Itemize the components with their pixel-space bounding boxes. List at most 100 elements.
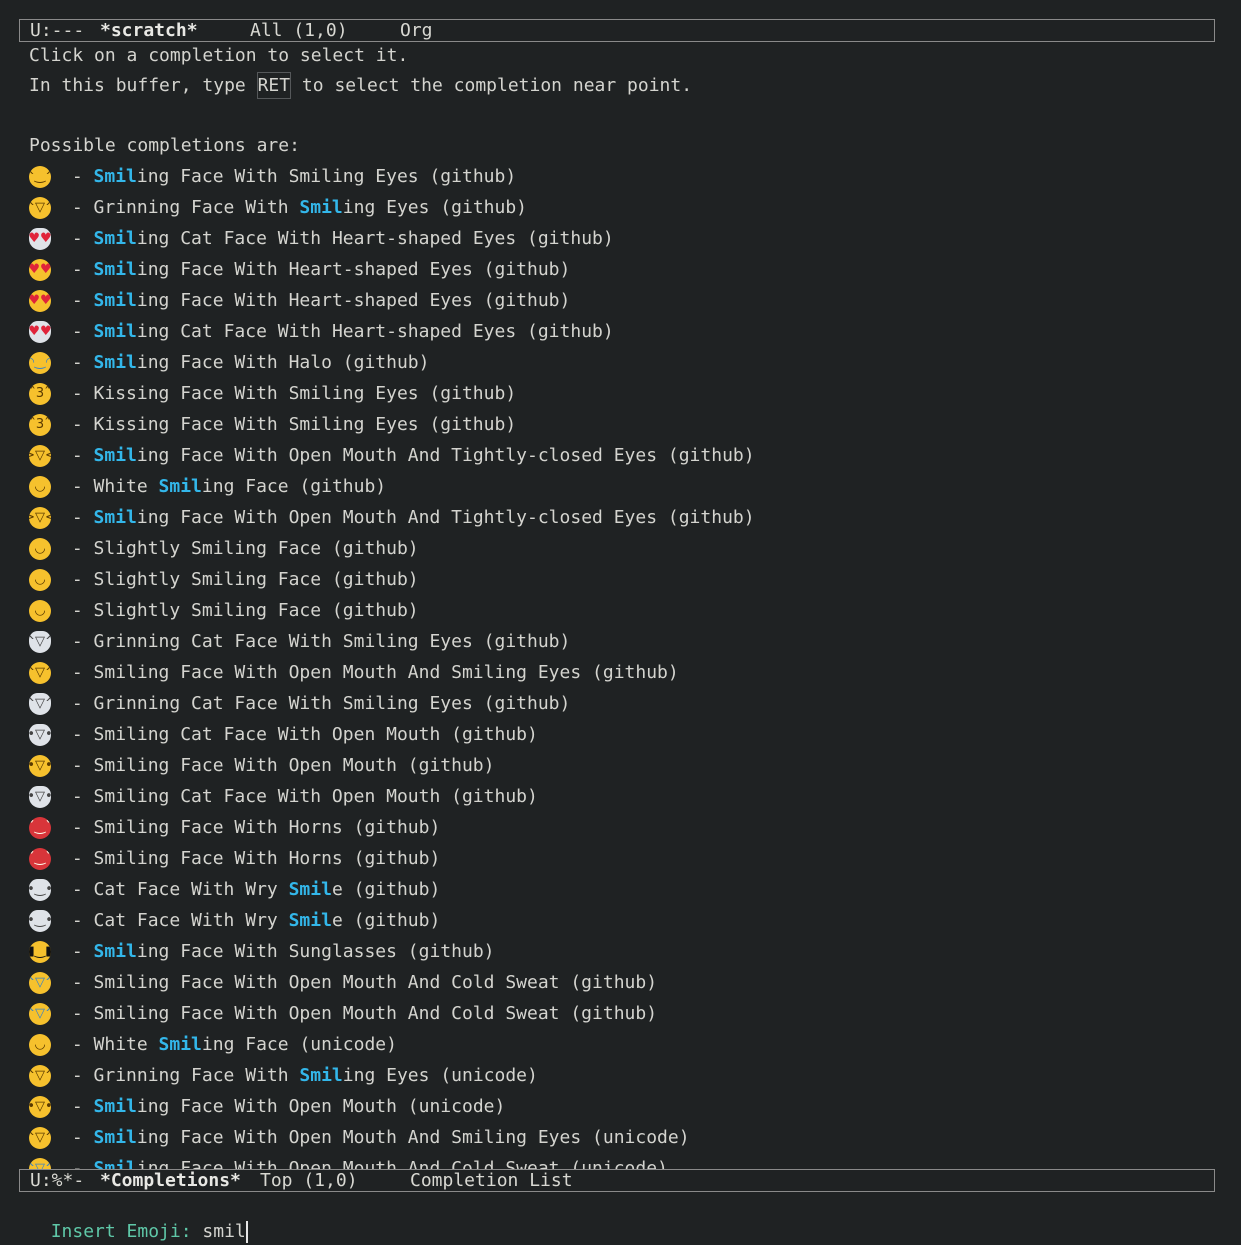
completion-separator: - xyxy=(61,724,94,745)
completion-item[interactable]: >▽< - Smil ing Face With Open Mouth And T… xyxy=(29,440,1221,471)
cursor-position: Top (1,0) xyxy=(260,1170,358,1191)
cat-face-wry-smile-icon: •‿• xyxy=(29,878,51,901)
completion-separator: - xyxy=(61,941,94,962)
completion-item[interactable]: ^▽^ - Grinning Face With Smil ing Eyes (u… xyxy=(29,1060,1221,1091)
completion-text-prefix: Grinning Cat Face With Smiling Eyes (git… xyxy=(93,693,571,714)
completion-item[interactable]: ♥♥ - Smil ing Face With Heart-shaped Eyes… xyxy=(29,254,1221,285)
grinning-cat-face-icon: ^▽^ xyxy=(29,630,51,653)
completion-item[interactable]: ◡ - Slightly Smiling Face (github) xyxy=(29,595,1221,626)
help-text: to select the completion near point. xyxy=(291,75,693,96)
completion-separator: - xyxy=(61,631,94,652)
cursor-position: All (1,0) xyxy=(250,20,348,41)
completion-item[interactable]: •▽• - Smiling Face With Open Mouth (gith… xyxy=(29,750,1221,781)
completion-separator: - xyxy=(61,1065,94,1086)
smiling-face-with-horns-icon: ˇ‿ˇ xyxy=(29,816,51,839)
completion-item[interactable]: >▽< - Smil ing Face With Open Mouth And T… xyxy=(29,502,1221,533)
completion-match-highlight: Smil xyxy=(93,445,137,466)
completion-item[interactable]: ◡ - White Smil ing Face (unicode) xyxy=(29,1029,1221,1060)
completion-item[interactable]: ^▽^ - Smiling Face With Open Mouth And C… xyxy=(29,998,1221,1029)
completion-item[interactable]: ^▽^ - Grinning Cat Face With Smiling Eye… xyxy=(29,688,1221,719)
completion-item[interactable]: ^▽^ - Smiling Face With Open Mouth And S… xyxy=(29,1122,1221,1153)
completion-text-prefix: Smiling Cat Face With Open Mouth (github… xyxy=(93,724,538,745)
completion-item[interactable]: ˇ‿ˇ - Smiling Face With Horns (github) xyxy=(29,812,1221,843)
completion-text-prefix: Smiling Face With Horns (github) xyxy=(93,817,441,838)
completion-item[interactable]: ^▽^ - Smiling Face With Open Mouth And S… xyxy=(29,657,1221,688)
completions-buffer[interactable]: Click on a completion to select it. In t… xyxy=(29,41,1221,1169)
completion-separator: - xyxy=(61,1158,94,1169)
completion-text-prefix: Cat Face With Wry xyxy=(93,910,289,931)
completion-item[interactable]: ˆ3ˆ - Kissing Face With Smiling Eyes (gi… xyxy=(29,378,1221,409)
completion-text-suffix: ing Cat Face With Heart-shaped Eyes (git… xyxy=(136,228,614,249)
completion-item[interactable]: ^▽^ - Grinning Face With Smil ing Eyes (g… xyxy=(29,192,1221,223)
completion-separator: - xyxy=(61,910,94,931)
completion-match-highlight: Smil xyxy=(299,1065,343,1086)
completion-item[interactable]: ◠‿◠ - Smil ing Face With Halo (github) xyxy=(29,347,1221,378)
buffer-name[interactable]: *Completions* xyxy=(100,1169,260,1192)
completion-text-prefix: Smiling Face With Horns (github) xyxy=(93,848,441,869)
major-mode[interactable]: Completion List xyxy=(410,1169,573,1192)
completion-text-prefix: Kissing Face With Smiling Eyes (github) xyxy=(93,414,517,435)
face-heart-eyes-icon: ♥♥ xyxy=(29,289,51,312)
major-mode[interactable]: Org xyxy=(400,19,433,42)
completion-item[interactable]: ˇ‿ˇ - Smiling Face With Horns (github) xyxy=(29,843,1221,874)
completion-text-prefix: Smiling Face With Open Mouth And Cold Sw… xyxy=(93,1003,658,1024)
completion-text-prefix: Smiling Face With Open Mouth And Cold Sw… xyxy=(93,972,658,993)
completion-item[interactable]: ^▽^ - Grinning Cat Face With Smiling Eye… xyxy=(29,626,1221,657)
completion-item[interactable]: ♥♥ - Smil ing Face With Heart-shaped Eyes… xyxy=(29,285,1221,316)
help-text-line: Click on a completion to select it. xyxy=(29,45,409,66)
completion-item[interactable]: ^▽^ - Smiling Face With Open Mouth And C… xyxy=(29,1153,1221,1169)
completion-text-suffix: ing Face With Open Mouth And Tightly-clo… xyxy=(136,445,755,466)
white-smiling-face-icon: ◡ xyxy=(29,475,51,498)
completion-text-prefix: White xyxy=(93,476,159,497)
buffer-name[interactable]: *scratch* xyxy=(100,19,250,42)
face-with-halo-icon: ◠‿◠ xyxy=(29,351,51,374)
face-heart-eyes-icon: ♥♥ xyxy=(29,258,51,281)
completion-text-prefix: Kissing Face With Smiling Eyes (github) xyxy=(93,383,517,404)
completion-text-suffix: ing Face (github) xyxy=(201,476,387,497)
slightly-smiling-face-icon: ◡ xyxy=(29,599,51,622)
completion-separator: - xyxy=(61,414,94,435)
completion-separator: - xyxy=(61,817,94,838)
completion-item[interactable]: •▽• - Smiling Cat Face With Open Mouth (… xyxy=(29,719,1221,750)
completion-item[interactable]: ◡ - Slightly Smiling Face (github) xyxy=(29,533,1221,564)
buffer-status: U:%*- xyxy=(30,1170,85,1191)
completion-match-highlight: Smil xyxy=(288,910,332,931)
smiling-face-with-smiling-eyes-icon: ^‿^ xyxy=(29,165,51,188)
smiling-face-open-mouth-icon: •▽• xyxy=(29,754,51,777)
completion-item[interactable]: ◡ - White Smil ing Face (github) xyxy=(29,471,1221,502)
completion-separator: - xyxy=(61,848,94,869)
completion-item[interactable]: •‿• - Cat Face With Wry Smile (github) xyxy=(29,874,1221,905)
completion-item[interactable]: ^▽^ - Smiling Face With Open Mouth And C… xyxy=(29,967,1221,998)
completion-item[interactable]: •▽• - Smiling Cat Face With Open Mouth (… xyxy=(29,781,1221,812)
completion-item[interactable]: ^‿^ - Smil ing Face With Smiling Eyes (gi… xyxy=(29,161,1221,192)
completion-item[interactable]: •‿• - Cat Face With Wry Smile (github) xyxy=(29,905,1221,936)
smiling-face-cold-sweat-icon: ^▽^ xyxy=(29,971,51,994)
completion-item[interactable]: ˆ3ˆ - Kissing Face With Smiling Eyes (gi… xyxy=(29,409,1221,440)
completion-match-highlight: Smil xyxy=(93,228,137,249)
minibuffer-input[interactable]: smil xyxy=(202,1221,245,1242)
completion-item[interactable]: ◡ - Slightly Smiling Face (github) xyxy=(29,564,1221,595)
completion-match-highlight: Smil xyxy=(93,1096,137,1117)
completion-item[interactable]: •▽• - Smiling Face With Open Mouth (unic… xyxy=(29,1091,1221,1122)
completion-item[interactable]: ♥♥ - Smil ing Cat Face With Heart-shaped … xyxy=(29,223,1221,254)
smiling-cat-face-open-mouth-icon: •▽• xyxy=(29,723,51,746)
completion-separator: - xyxy=(61,1034,94,1055)
completion-separator: - xyxy=(61,1127,94,1148)
completion-text-prefix: White xyxy=(93,1034,159,1055)
completion-item[interactable]: ♥♥ - Smil ing Cat Face With Heart-shaped … xyxy=(29,316,1221,347)
completion-separator: - xyxy=(61,321,94,342)
completion-text-suffix: ing Face (unicode) xyxy=(201,1034,397,1055)
completion-text-suffix: ing Face With Open Mouth And Tightly-clo… xyxy=(136,507,755,528)
minibuffer[interactable]: Insert Emoji: smil xyxy=(29,1193,248,1243)
completion-match-highlight: Smil xyxy=(299,197,343,218)
completion-text-suffix: ing Face With Open Mouth And Cold Sweat … xyxy=(136,1158,668,1169)
laughing-face-icon: >▽< xyxy=(29,444,51,467)
completion-match-highlight: Smil xyxy=(93,352,137,373)
completion-separator: - xyxy=(61,600,94,621)
completion-item[interactable]: ■‿■ - Smiling Face With Sunglasses (gith… xyxy=(29,936,1221,967)
completion-separator: - xyxy=(61,786,94,807)
possible-completions-heading: Possible completions are: xyxy=(29,135,300,156)
laughing-face-icon: >▽< xyxy=(29,506,51,529)
completion-match-highlight: Smil xyxy=(93,1158,137,1169)
